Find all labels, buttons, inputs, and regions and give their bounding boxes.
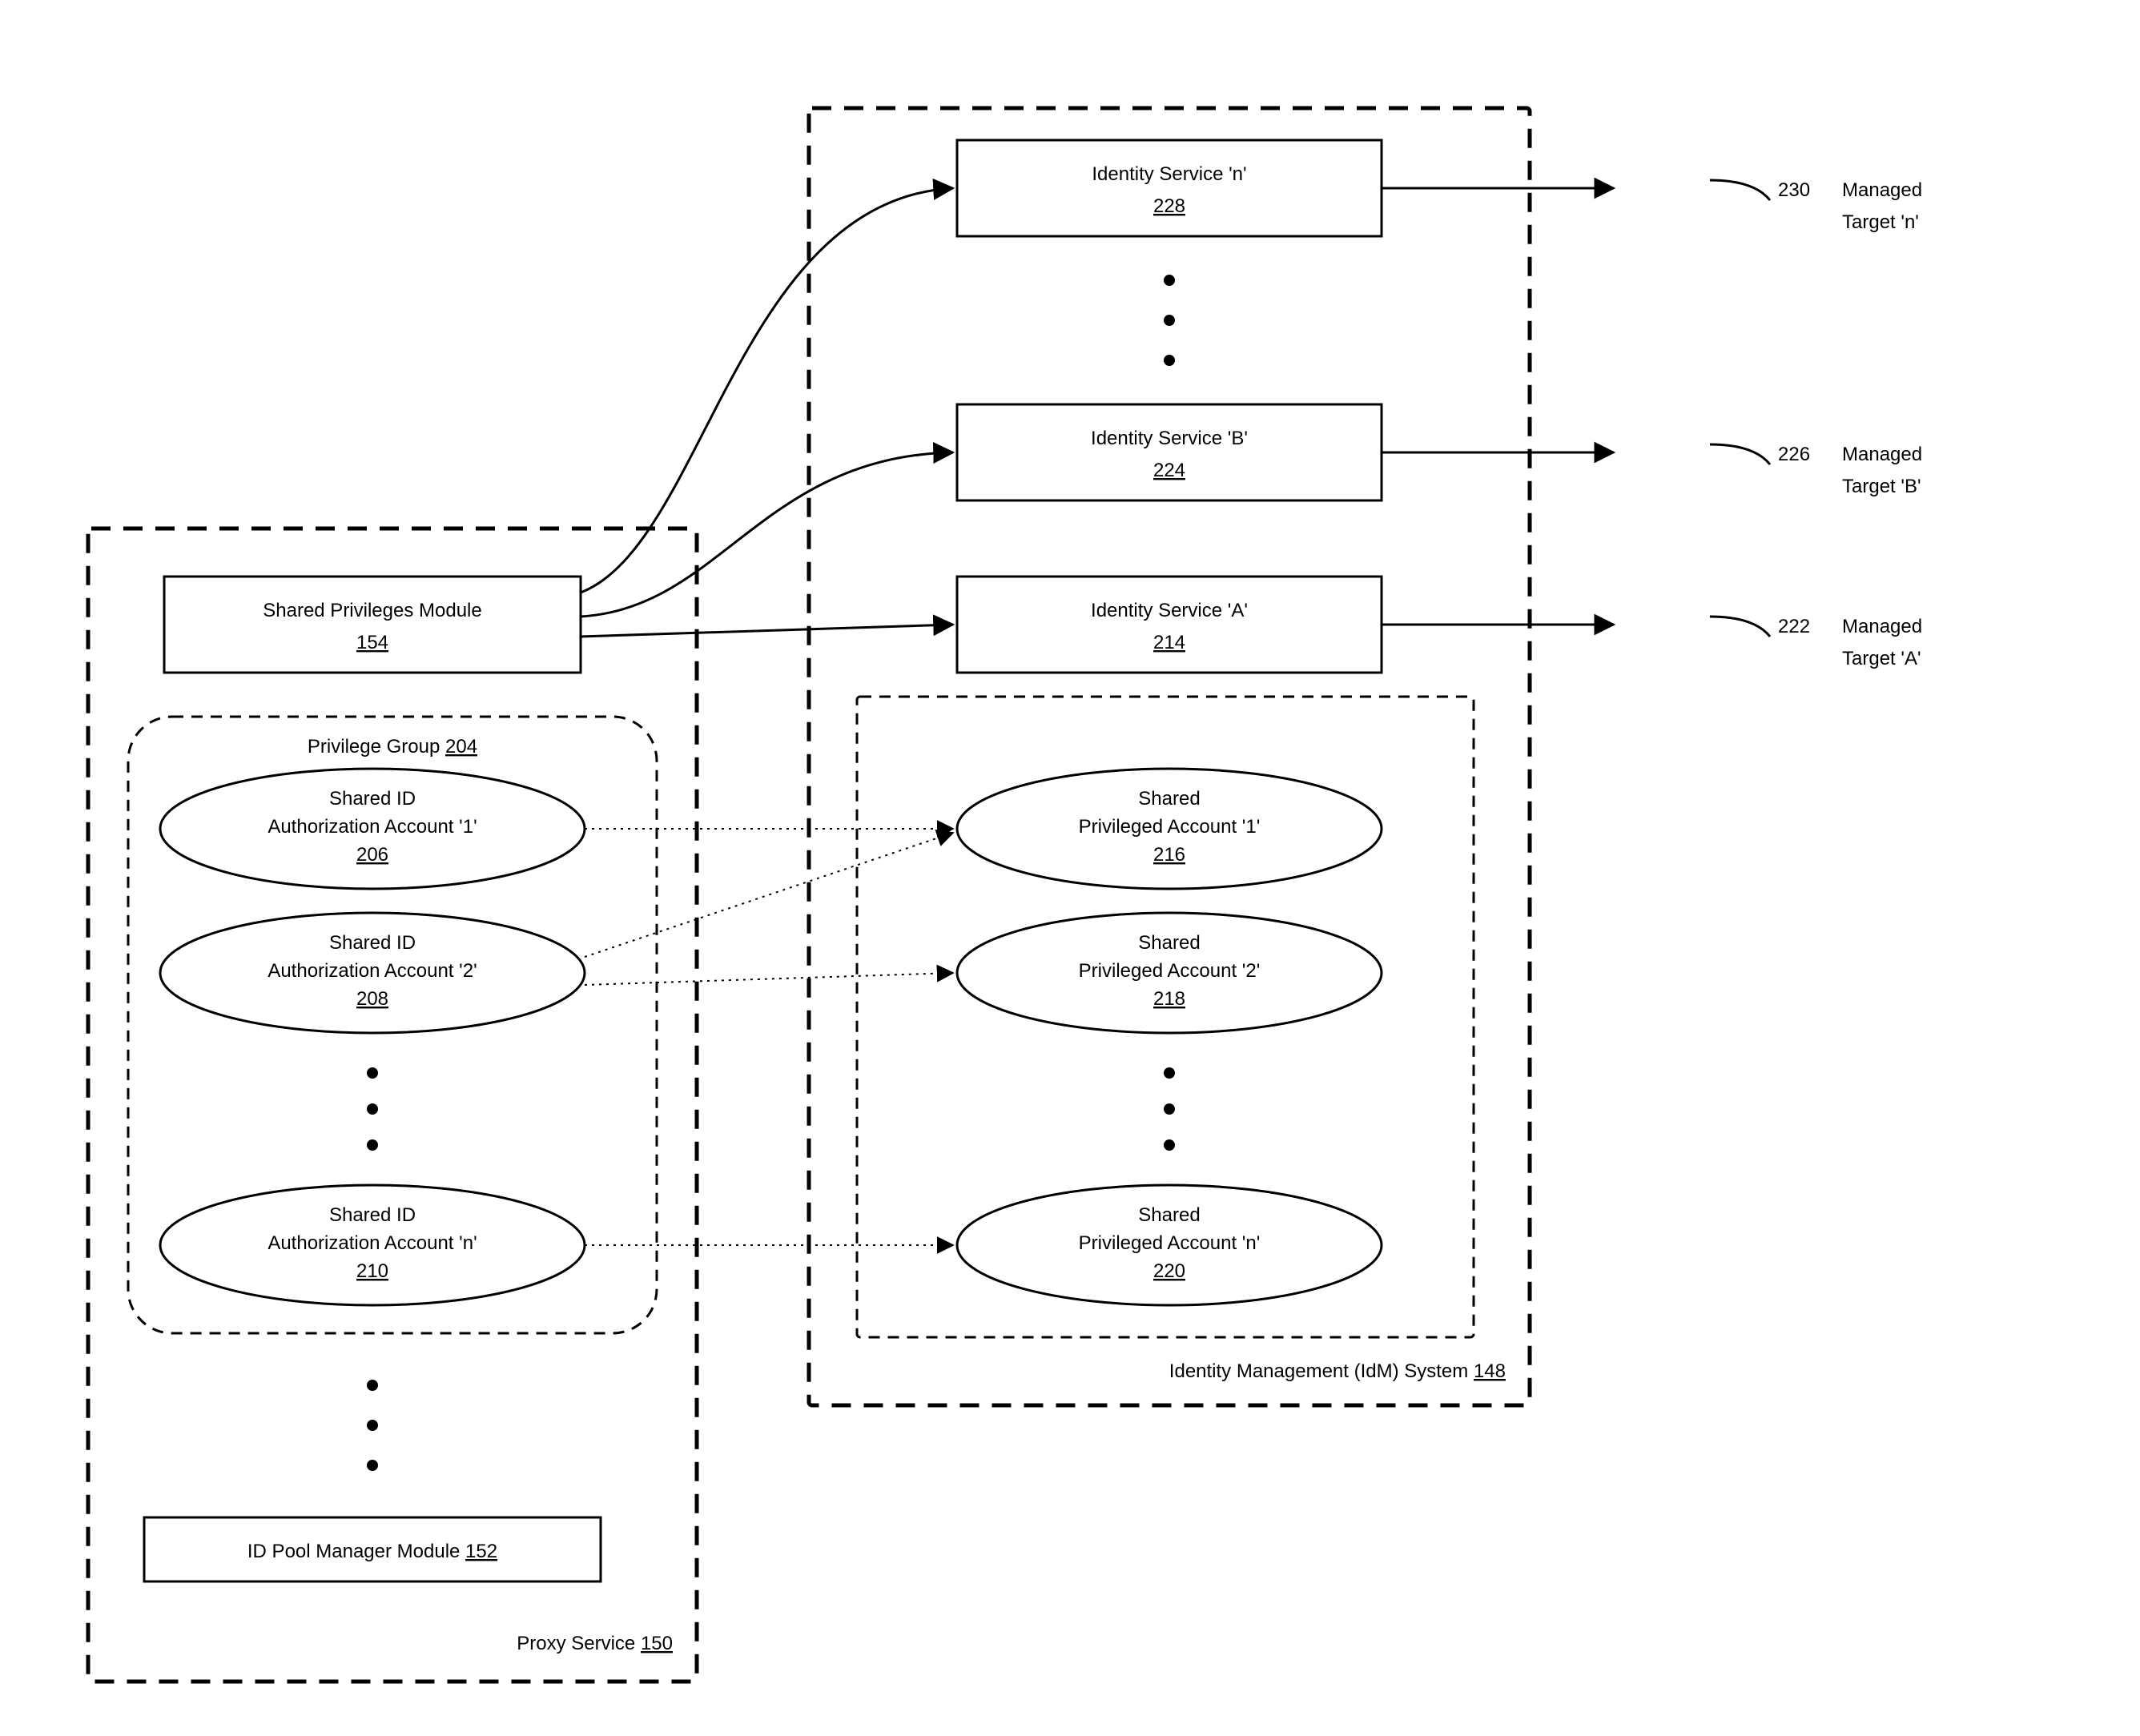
svg-text:Identity Service 'n': Identity Service 'n'	[1092, 163, 1246, 185]
svg-text:Target 'n': Target 'n'	[1842, 211, 1919, 233]
privilege-group-ref: 204	[445, 736, 477, 757]
svg-text:Shared ID: Shared ID	[329, 1204, 416, 1226]
svg-text:Privilege Group: Privilege Group 204	[308, 736, 477, 757]
svg-text:ID Pool Manager Module: ID Pool Manager Module 152	[247, 1541, 497, 1562]
arrow-spm-to-svc-a	[581, 625, 953, 637]
auth-account-2: Shared ID Authorization Account '2' 208	[160, 913, 585, 1033]
svg-text:Shared ID: Shared ID	[329, 932, 416, 954]
svg-text:222: 222	[1778, 616, 1810, 637]
proxy-service-box: Proxy Service 150	[88, 528, 697, 1682]
arrow-auth2-to-priv2	[585, 973, 953, 985]
svg-text:226: 226	[1778, 444, 1810, 465]
svg-text:220: 220	[1153, 1260, 1185, 1282]
svg-text:Shared: Shared	[1138, 1204, 1200, 1226]
shared-priv-account-2: Shared Privileged Account '2' 218	[957, 913, 1382, 1033]
arrow-spm-to-svc-b	[581, 452, 953, 617]
svg-text:Privileged Account 'n': Privileged Account 'n'	[1079, 1232, 1261, 1254]
svg-text:Privileged Account '1': Privileged Account '1'	[1079, 816, 1261, 838]
identity-service-n: Identity Service 'n' 228	[957, 140, 1382, 236]
svg-text:Managed: Managed	[1842, 616, 1922, 637]
idm-system-ref: 148	[1474, 1360, 1506, 1382]
svg-text:Shared ID: Shared ID	[329, 788, 416, 810]
auth-account-1: Shared ID Authorization Account '1' 206	[160, 769, 585, 889]
svg-text:Authorization Account '2': Authorization Account '2'	[268, 960, 477, 982]
idm-system-label: Identity Management (IdM) System	[1169, 1360, 1468, 1382]
shared-priv-module-label: Shared Privileges Module	[263, 600, 481, 621]
svg-text:210: 210	[356, 1260, 388, 1282]
svg-text:Authorization Account '1': Authorization Account '1'	[268, 816, 477, 838]
svg-text:Managed: Managed	[1842, 179, 1922, 201]
svg-text:Privileged Account '2': Privileged Account '2'	[1079, 960, 1261, 982]
svg-text:230: 230	[1778, 179, 1810, 201]
svg-text:224: 224	[1153, 460, 1185, 481]
svg-text:216: 216	[1153, 844, 1185, 866]
proxy-service-ref: 150	[641, 1633, 673, 1654]
privilege-group-label: Privilege Group	[308, 736, 440, 757]
shared-priv-account-n: Shared Privileged Account 'n' 220	[957, 1185, 1382, 1305]
svg-text:Proxy Service: Proxy Service 150	[517, 1633, 673, 1654]
svg-text:Identity Service 'A': Identity Service 'A'	[1091, 600, 1248, 621]
arrow-auth2-to-priv1	[585, 833, 953, 957]
svg-text:228: 228	[1153, 195, 1185, 217]
svg-text:206: 206	[356, 844, 388, 866]
arrow-spm-to-svc-n	[581, 188, 953, 593]
svg-text:218: 218	[1153, 988, 1185, 1010]
identity-service-b: Identity Service 'B' 224	[957, 404, 1382, 500]
svg-text:Target 'A': Target 'A'	[1842, 648, 1921, 669]
shared-priv-account-1: Shared Privileged Account '1' 216	[957, 769, 1382, 889]
auth-account-n: Shared ID Authorization Account 'n' 210	[160, 1185, 585, 1305]
svg-text:Managed: Managed	[1842, 444, 1922, 465]
svg-text:Shared: Shared	[1138, 788, 1200, 810]
id-pool-manager-module: ID Pool Manager Module 152	[144, 1517, 601, 1581]
svg-text:Identity Management (IdM) Syst: Identity Management (IdM) System 148	[1169, 1360, 1506, 1382]
shared-privileges-module: Shared Privileges Module 154	[164, 577, 581, 673]
shared-priv-module-ref: 154	[356, 632, 388, 653]
identity-service-a: Identity Service 'A' 214	[957, 577, 1382, 673]
svg-text:Target 'B': Target 'B'	[1842, 476, 1921, 497]
svg-text:Identity Service 'B': Identity Service 'B'	[1091, 428, 1248, 449]
svg-text:208: 208	[356, 988, 388, 1010]
svg-text:214: 214	[1153, 632, 1185, 653]
proxy-service-label: Proxy Service	[517, 1633, 635, 1654]
svg-text:Shared: Shared	[1138, 932, 1200, 954]
svg-text:Authorization Account 'n': Authorization Account 'n'	[268, 1232, 477, 1254]
